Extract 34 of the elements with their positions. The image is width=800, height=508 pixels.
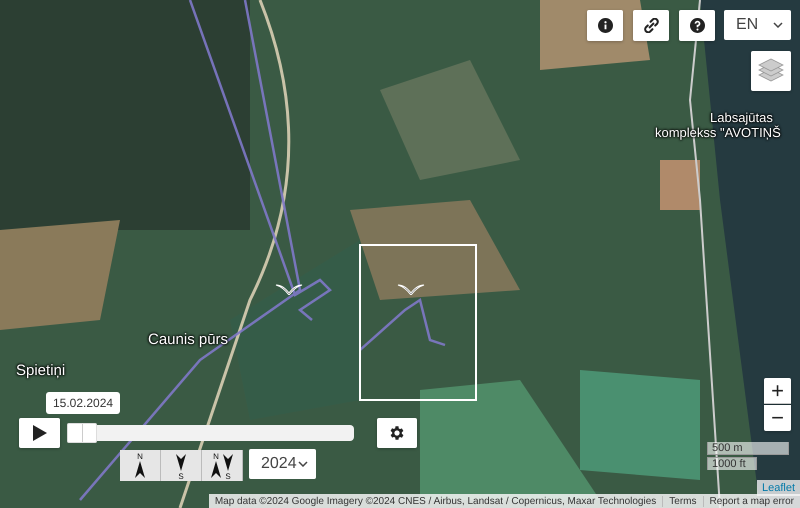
scale-bar: 1000 ft [707,457,757,470]
play-button[interactable] [19,418,60,448]
zoom-in-button[interactable]: + [764,378,791,404]
layers-icon [757,58,785,84]
chevron-down-icon [773,22,783,28]
layers-button[interactable] [751,51,791,91]
orientation-button[interactable]: S [161,450,202,481]
language-select[interactable]: EN [724,10,791,40]
info-button[interactable] [587,10,623,41]
bird-icon [397,283,425,295]
play-icon [32,425,46,441]
help-icon [690,18,704,33]
year-select[interactable]: 2024 [249,449,316,479]
attribution-text: Map data ©2024 Google Imagery ©2024 CNES / Airbus, Landsat / Copernicus, Maxar Technologies [214,496,658,506]
bird-icon [275,283,303,295]
orientation-button[interactable]: N [120,450,161,481]
orientation-button[interactable]: N S [202,450,243,481]
chevron-down-icon [298,461,308,467]
link-icon [644,18,658,33]
attribution-link[interactable]: Report a map error [702,496,800,506]
attribution-link[interactable]: Terms [662,496,703,506]
timeline-slider[interactable] [68,425,354,441]
date-tooltip: 15.02.2024 [46,392,120,414]
help-button[interactable] [679,10,715,41]
place-label: Spietiņi [16,362,66,379]
info-icon [598,18,612,33]
settings-icon [388,424,406,442]
zoom-out-button[interactable]: − [764,405,791,431]
place-label: Caunis pūrs [148,331,228,348]
place-label: Labsajūtas [710,110,773,125]
settings-button[interactable] [377,418,417,448]
slider-thumb[interactable] [67,423,98,443]
link-button[interactable] [633,10,669,41]
scale-bar: 500 m [707,442,789,455]
